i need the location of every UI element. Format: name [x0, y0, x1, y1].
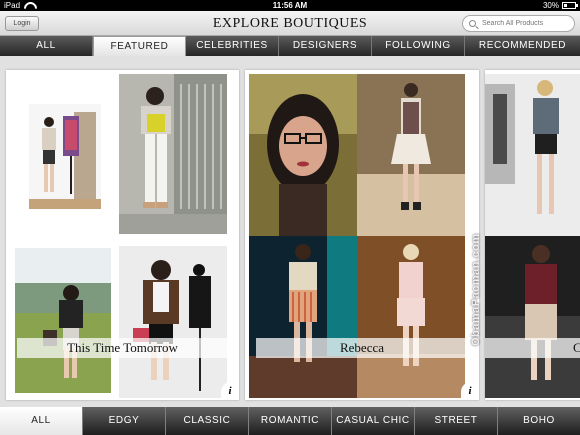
photo — [119, 74, 227, 234]
tab-featured[interactable]: FEATURED — [93, 36, 186, 56]
info-icon[interactable]: i — [461, 382, 479, 400]
photo — [357, 74, 465, 236]
search-icon — [469, 20, 476, 27]
app-header: Login EXPLORE BOUTIQUES — [0, 11, 580, 36]
battery-fill — [564, 4, 567, 7]
battery-icon — [562, 2, 578, 9]
watermark: ObamaPacman.com — [470, 233, 482, 346]
tab-celebrities[interactable]: CELEBRITIES — [186, 36, 279, 56]
style-tab-boho[interactable]: BOHO — [498, 407, 580, 435]
photo — [249, 236, 357, 398]
clock: 11:56 AM — [272, 1, 308, 10]
bottom-tab-bar: ALL EDGY CLASSIC ROMANTIC CASUAL CHIC ST… — [0, 407, 580, 435]
tab-all[interactable]: ALL — [0, 36, 93, 56]
style-tab-romantic[interactable]: ROMANTIC — [249, 407, 332, 435]
tab-following[interactable]: FOLLOWING — [372, 36, 465, 56]
boutique-name: This Time Tomorrow — [17, 338, 228, 358]
boutique-card[interactable]: Rebecca i — [245, 70, 479, 400]
search-input[interactable] — [482, 17, 570, 30]
photo — [15, 248, 111, 393]
status-bar: iPad 11:56 AM 30% — [0, 0, 580, 11]
style-tab-casual-chic[interactable]: CASUAL CHIC — [332, 407, 415, 435]
tab-recommended[interactable]: RECOMMENDED — [465, 36, 580, 56]
style-tab-edgy[interactable]: EDGY — [83, 407, 166, 435]
photo — [357, 236, 465, 398]
boutique-name: C — [485, 338, 580, 358]
battery-percent: 30% — [542, 1, 559, 10]
photo — [119, 246, 227, 398]
info-icon[interactable]: i — [221, 382, 239, 400]
tab-designers[interactable]: DESIGNERS — [279, 36, 372, 56]
boutique-card[interactable]: C — [485, 70, 580, 400]
photo — [485, 236, 580, 398]
style-tab-street[interactable]: STREET — [415, 407, 498, 435]
boutique-name: Rebecca — [256, 338, 468, 358]
boutique-gallery[interactable]: This Time Tomorrow i Rebecca i C ObamaPa… — [0, 56, 580, 407]
style-tab-all[interactable]: ALL — [0, 407, 83, 435]
photo — [249, 74, 357, 236]
search-box[interactable] — [462, 15, 575, 32]
photo — [29, 104, 101, 209]
top-tab-bar: ALL FEATURED CELEBRITIES DESIGNERS FOLLO… — [0, 36, 580, 56]
photo — [485, 74, 580, 236]
style-tab-classic[interactable]: CLASSIC — [166, 407, 249, 435]
boutique-card[interactable]: This Time Tomorrow i — [6, 70, 239, 400]
